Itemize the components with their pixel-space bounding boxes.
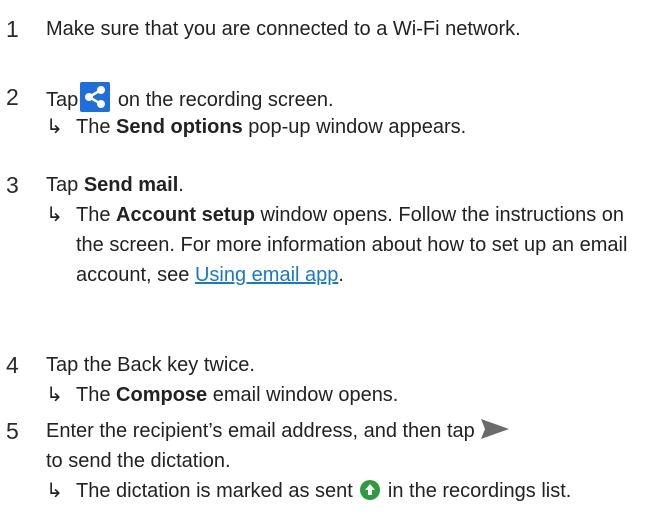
- share-icon: [80, 82, 111, 112]
- result-arrow-icon: ↳: [46, 384, 63, 406]
- result-text: in the recordings list.: [382, 480, 572, 502]
- result-arrow-icon: ↳: [46, 480, 63, 502]
- step-result: ↳ The Send options pop-up window appears.: [46, 112, 466, 142]
- result-bold-text: Compose: [116, 384, 208, 406]
- result-text: email window opens.: [207, 384, 399, 406]
- result-text: .: [338, 264, 344, 286]
- step-text: Enter the recipient’s email address, and…: [46, 416, 511, 476]
- step-result: ↳ The Account setup window opens. Follow…: [46, 200, 646, 290]
- step-text-after: .: [178, 174, 184, 196]
- step-number: 5: [6, 418, 19, 444]
- step-text-before: Tap: [46, 174, 84, 196]
- step-text-line2: to send the dictation.: [46, 450, 231, 472]
- step-result: ↳ The dictation is marked as sent in the…: [46, 476, 646, 506]
- result-text: pop-up window appears.: [242, 116, 467, 138]
- using-email-app-link[interactable]: Using email app: [195, 264, 338, 286]
- sent-icon: [360, 479, 381, 500]
- step-text: Tap Send mail.: [46, 170, 184, 200]
- instruction-document: 1 Make sure that you are connected to a …: [0, 0, 656, 531]
- step-text: Tap the Back key twice.: [46, 354, 255, 376]
- result-text: The: [76, 384, 117, 406]
- result-arrow-icon: ↳: [46, 204, 63, 226]
- step-text-before: Enter the recipient’s email address, and…: [46, 420, 475, 442]
- result-arrow-icon: ↳: [46, 116, 63, 138]
- step-text: Tap on the recording screen.: [46, 82, 334, 115]
- send-icon: [479, 418, 511, 440]
- step-number: 3: [6, 172, 19, 198]
- step-number: 4: [6, 352, 19, 378]
- step-number: 2: [6, 84, 19, 110]
- result-bold-text: Account setup: [116, 204, 255, 226]
- step-bold-text: Send mail: [83, 174, 179, 196]
- result-text: The: [76, 116, 117, 138]
- step-result: ↳ The Compose email window opens.: [46, 380, 398, 410]
- step-text-after: on the recording screen.: [117, 89, 334, 111]
- result-bold-text: Send options: [116, 116, 243, 138]
- step-number: 1: [6, 16, 19, 42]
- result-text: The: [76, 204, 117, 226]
- result-text: The dictation is marked as sent: [76, 480, 353, 502]
- step-text-before: Tap: [46, 89, 79, 111]
- step-text: Make sure that you are connected to a Wi…: [46, 18, 521, 40]
